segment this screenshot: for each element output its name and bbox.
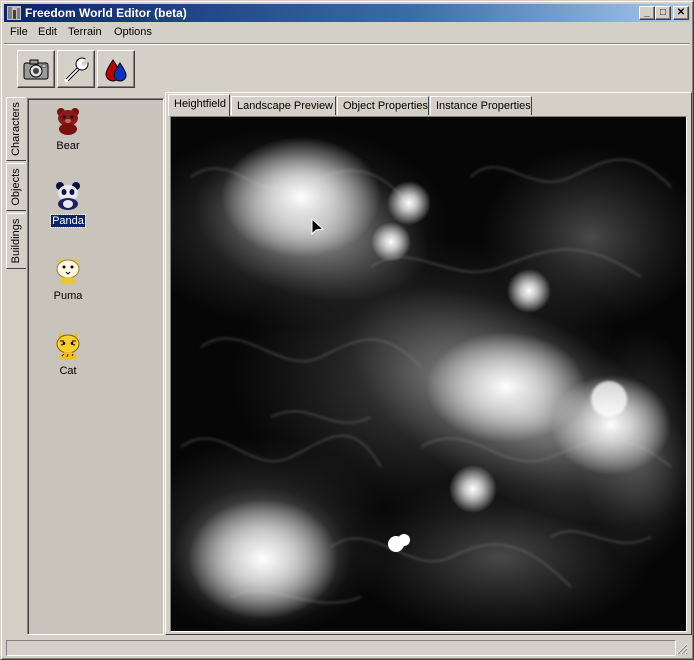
wrench-button[interactable] xyxy=(57,50,95,88)
tab-instance-properties[interactable]: Instance Properties xyxy=(430,96,532,115)
menu-terrain[interactable]: Terrain xyxy=(68,26,102,38)
side-tab-strip: Characters Objects Buildings xyxy=(6,97,27,277)
heightfield-canvas[interactable] xyxy=(170,116,687,632)
tab-characters-label: Characters xyxy=(10,102,22,156)
heightfield-image xyxy=(171,117,686,631)
status-pane xyxy=(6,640,676,656)
maximize-button[interactable]: □ xyxy=(655,6,671,20)
character-puma[interactable]: Puma xyxy=(40,254,96,302)
menu-options[interactable]: Options xyxy=(114,26,152,38)
menu-bar: File Edit Terrain Options xyxy=(4,23,690,42)
character-label: Puma xyxy=(53,290,83,302)
drops-button[interactable] xyxy=(97,50,135,88)
tab-objects[interactable]: Objects xyxy=(6,163,26,211)
menu-edit[interactable]: Edit xyxy=(38,26,57,38)
puma-icon xyxy=(56,257,80,285)
character-label: Panda xyxy=(50,214,86,228)
tab-object-properties[interactable]: Object Properties xyxy=(337,96,429,115)
app-window: Freedom World Editor (beta) _ □ ✕ File E… xyxy=(0,0,694,660)
tab-heightfield[interactable]: Heightfield xyxy=(168,94,230,116)
panda-icon xyxy=(56,182,80,210)
app-icon xyxy=(7,6,21,20)
character-panda[interactable]: Panda xyxy=(40,179,96,228)
close-button[interactable]: ✕ xyxy=(673,6,689,20)
tab-objects-label: Objects xyxy=(10,168,22,206)
status-bar xyxy=(4,639,690,657)
wrench-icon xyxy=(64,57,90,83)
minimize-button[interactable]: _ xyxy=(639,6,655,20)
toolbar-separator xyxy=(4,43,690,45)
tab-buildings-label: Buildings xyxy=(10,218,22,264)
characters-panel: Bear Panda Puma Cat xyxy=(27,98,164,635)
camera-button[interactable] xyxy=(17,50,55,88)
tab-characters[interactable]: Characters xyxy=(6,97,26,161)
cat-icon xyxy=(56,332,80,360)
bear-icon xyxy=(57,108,79,135)
menu-file[interactable]: File xyxy=(10,26,28,38)
camera-icon xyxy=(23,59,49,80)
character-bear[interactable]: Bear xyxy=(40,104,96,152)
drops-icon xyxy=(105,59,127,82)
resize-grip-icon[interactable] xyxy=(676,643,688,655)
character-cat[interactable]: Cat xyxy=(40,329,96,377)
tab-landscape-preview[interactable]: Landscape Preview xyxy=(231,96,336,115)
window-title: Freedom World Editor (beta) xyxy=(25,6,187,20)
title-bar[interactable]: Freedom World Editor (beta) _ □ ✕ xyxy=(4,4,690,22)
character-label: Cat xyxy=(59,365,77,377)
character-label: Bear xyxy=(56,140,80,152)
tab-buildings[interactable]: Buildings xyxy=(6,213,26,269)
